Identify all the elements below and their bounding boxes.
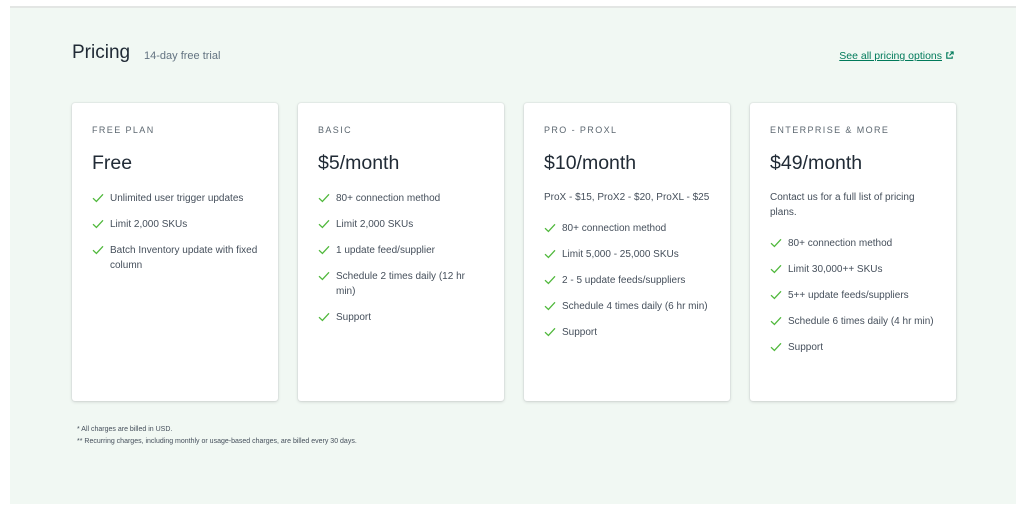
feature-item: Limit 5,000 - 25,000 SKUs — [544, 247, 710, 262]
see-all-pricing-label: See all pricing options — [839, 50, 942, 62]
pricing-header: Pricing 14-day free trial See all pricin… — [72, 42, 954, 72]
feature-text: 5++ update feeds/suppliers — [788, 290, 909, 301]
checkmark-icon — [92, 219, 104, 229]
feature-text: Batch Inventory update with fixed column — [110, 245, 258, 271]
checkmark-icon — [544, 301, 556, 311]
plan-name: FREE PLAN — [92, 125, 155, 135]
feature-list: Unlimited user trigger updates Limit 2,00… — [92, 191, 258, 273]
feature-text: Schedule 6 times daily (4 hr min) — [788, 316, 934, 327]
see-all-pricing-link[interactable]: See all pricing options — [839, 50, 954, 63]
feature-item: Limit 2,000 SKUs — [318, 217, 484, 232]
plan-card-free: FREE PLAN Free Unlimited user trigger up… — [72, 103, 278, 401]
checkmark-icon — [544, 327, 556, 337]
checkmark-icon — [770, 342, 782, 352]
plan-card-enterprise: ENTERPRISE & MORE $49/month Contact us f… — [750, 103, 956, 401]
feature-text: Limit 2,000 SKUs — [336, 219, 414, 230]
feature-item: 1 update feed/supplier — [318, 243, 484, 258]
checkmark-icon — [318, 219, 330, 229]
pricing-section: Pricing 14-day free trial See all pricin… — [10, 6, 1016, 504]
feature-item: Limit 30,000++ SKUs — [770, 262, 936, 277]
checkmark-icon — [544, 223, 556, 233]
feature-text: 80+ connection method — [336, 193, 441, 204]
feature-list: 80+ connection method Limit 30,000++ SKUs… — [770, 236, 936, 355]
checkmark-icon — [770, 290, 782, 300]
feature-item: Schedule 6 times daily (4 hr min) — [770, 314, 936, 329]
feature-item: Support — [770, 340, 936, 355]
checkmark-icon — [770, 238, 782, 248]
checkmark-icon — [544, 275, 556, 285]
feature-item: 80+ connection method — [770, 236, 936, 251]
plan-price: $5/month — [318, 152, 400, 174]
checkmark-icon — [318, 312, 330, 322]
footnotes: * All charges are billed in USD. ** Recu… — [77, 424, 357, 448]
plan-price: $10/month — [544, 152, 637, 174]
feature-text: 80+ connection method — [788, 238, 893, 249]
feature-text: Schedule 2 times daily (12 hr min) — [336, 271, 465, 297]
plan-note: Contact us for a full list of pricing pl… — [770, 192, 915, 218]
feature-text: Limit 2,000 SKUs — [110, 219, 188, 230]
checkmark-icon — [544, 249, 556, 259]
plan-price: $49/month — [770, 152, 863, 174]
feature-item: Unlimited user trigger updates — [92, 191, 258, 206]
feature-text: Support — [562, 327, 598, 338]
feature-item: Schedule 2 times daily (12 hr min) — [318, 269, 484, 299]
feature-item: Schedule 4 times daily (6 hr min) — [544, 299, 710, 314]
checkmark-icon — [92, 245, 104, 255]
checkmark-icon — [770, 316, 782, 326]
feature-text: Limit 30,000++ SKUs — [788, 264, 883, 275]
footnote-currency: * All charges are billed in USD. — [77, 426, 173, 433]
feature-item: 80+ connection method — [544, 221, 710, 236]
feature-item: Support — [544, 325, 710, 340]
checkmark-icon — [318, 271, 330, 281]
checkmark-icon — [770, 264, 782, 274]
plan-cards: FREE PLAN Free Unlimited user trigger up… — [72, 103, 956, 403]
feature-text: 80+ connection method — [562, 223, 667, 234]
feature-item: Limit 2,000 SKUs — [92, 217, 258, 232]
feature-list: 80+ connection method Limit 5,000 - 25,00… — [544, 221, 710, 340]
feature-item: Support — [318, 310, 484, 325]
feature-item: 2 - 5 update feeds/suppliers — [544, 273, 710, 288]
feature-text: 2 - 5 update feeds/suppliers — [562, 275, 686, 286]
checkmark-icon — [318, 193, 330, 203]
feature-text: Support — [336, 312, 372, 323]
feature-text: Unlimited user trigger updates — [110, 193, 244, 204]
plan-name: PRO - PROXL — [544, 125, 618, 135]
checkmark-icon — [92, 193, 104, 203]
footnote-billing: ** Recurring charges, including monthly … — [77, 438, 357, 445]
external-link-icon — [945, 51, 954, 63]
feature-text: Limit 5,000 - 25,000 SKUs — [562, 249, 679, 260]
plan-card-pro: PRO - PROXL $10/month ProX - $15, ProX2 … — [524, 103, 730, 401]
feature-text: Schedule 4 times daily (6 hr min) — [562, 301, 708, 312]
feature-list: 80+ connection method Limit 2,000 SKUs 1 u… — [318, 191, 484, 325]
checkmark-icon — [318, 245, 330, 255]
plan-price: Free — [92, 152, 133, 174]
feature-item: 5++ update feeds/suppliers — [770, 288, 936, 303]
feature-item: 80+ connection method — [318, 191, 484, 206]
trial-subtitle: 14-day free trial — [144, 50, 221, 62]
feature-text: 1 update feed/supplier — [336, 245, 435, 256]
plan-card-basic: BASIC $5/month 80+ connection method Limi… — [298, 103, 504, 401]
plan-note: ProX - $15, ProX2 - $20, ProXL - $25 — [544, 192, 710, 203]
page-title: Pricing — [72, 42, 131, 63]
feature-item: Batch Inventory update with fixed column — [92, 243, 258, 273]
plan-name: ENTERPRISE & MORE — [770, 125, 890, 135]
feature-text: Support — [788, 342, 824, 353]
plan-name: BASIC — [318, 125, 353, 135]
